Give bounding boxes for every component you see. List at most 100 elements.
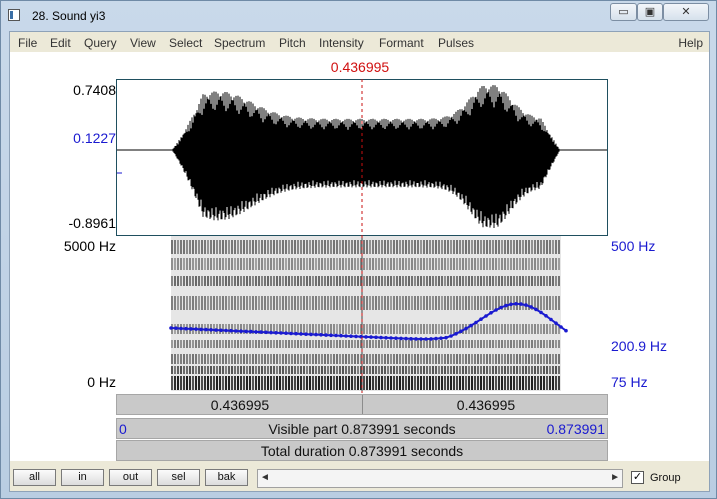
menu-query[interactable]: Query <box>84 36 117 50</box>
spectrogram-cell <box>267 240 269 254</box>
spectrogram-cell <box>306 258 308 270</box>
spectrogram-cell <box>351 376 353 390</box>
spectrogram-cell <box>297 296 299 310</box>
maximize-button[interactable]: ▣ <box>637 3 663 21</box>
spectrogram-cell <box>204 340 206 348</box>
spectrogram-cell <box>345 354 347 364</box>
menu-edit[interactable]: Edit <box>50 36 71 50</box>
spectrogram-cell <box>420 340 422 348</box>
spectrogram-cell <box>357 296 359 310</box>
minimize-button[interactable]: ▭ <box>610 3 637 21</box>
spectrogram-cell <box>315 366 317 374</box>
pitch-point <box>249 329 253 334</box>
spectrogram-cell <box>369 354 371 364</box>
zoom-all-button[interactable]: all <box>13 469 56 486</box>
menu-formant[interactable]: Formant <box>379 36 424 50</box>
spectrogram-cell <box>285 340 287 348</box>
spectrogram-cell <box>348 340 350 348</box>
menu-help[interactable]: Help <box>678 36 703 50</box>
menu-pulses[interactable]: Pulses <box>438 36 474 50</box>
spectrogram-cell <box>438 276 440 286</box>
spectrogram-cell <box>516 324 518 334</box>
spectrogram-cell <box>357 324 359 334</box>
spectrogram-cell <box>309 276 311 286</box>
spectrogram-cell <box>537 240 539 254</box>
spectrogram-cell <box>390 296 392 310</box>
menu-select[interactable]: Select <box>169 36 202 50</box>
spectrogram-cell <box>321 324 323 334</box>
spectrogram-cell <box>474 354 476 364</box>
zoom-in-button[interactable]: in <box>61 469 104 486</box>
spectrogram-cell <box>339 340 341 348</box>
spectrogram-cell <box>462 296 464 310</box>
spectrogram-cell <box>396 240 398 254</box>
spectrogram-cell <box>450 276 452 286</box>
spectrogram-cell <box>438 240 440 254</box>
spectrogram-cell <box>291 340 293 348</box>
close-button[interactable]: ✕ <box>663 3 709 21</box>
menu-file[interactable]: File <box>18 36 37 50</box>
zoom-out-button[interactable]: out <box>109 469 152 486</box>
menu-view[interactable]: View <box>130 36 156 50</box>
menu-intensity[interactable]: Intensity <box>319 36 364 50</box>
sound-editor-view[interactable]: 0.436995 0.7408 0.1227 -0.8961 5000 Hz 0… <box>10 52 709 461</box>
spectrogram-cell <box>477 296 479 310</box>
spectrogram-cell <box>231 366 233 374</box>
right-segment-time[interactable]: 0.436995 <box>363 397 609 413</box>
spectrogram-cell <box>333 296 335 310</box>
spectrogram-cell <box>324 366 326 374</box>
selection-time-row[interactable]: 0.436995 0.436995 <box>116 394 608 415</box>
spectrogram-cell <box>333 340 335 348</box>
spectrogram-cell <box>411 296 413 310</box>
total-duration-label: Total duration 0.873991 seconds <box>260 443 464 459</box>
menu-spectrum[interactable]: Spectrum <box>214 36 265 50</box>
spectrogram-cell <box>285 258 287 270</box>
spectrogram-cell <box>273 276 275 286</box>
left-segment-time[interactable]: 0.436995 <box>117 397 363 413</box>
spectrogram-cell <box>276 340 278 348</box>
spectrogram-cell <box>210 376 212 390</box>
spectrogram-cell <box>312 296 314 310</box>
spectrogram-cell <box>285 366 287 374</box>
spectrogram-cell <box>501 240 503 254</box>
spectrogram-cell <box>177 366 179 374</box>
spectrogram-cell <box>453 366 455 374</box>
scroll-left-arrow-icon[interactable]: ◄ <box>260 472 270 483</box>
spectrogram-cell <box>252 354 254 364</box>
visible-part-row[interactable]: Visible part 0.873991 seconds 0 0.873991 <box>116 418 608 439</box>
spectrogram-cell <box>189 366 191 374</box>
scroll-right-arrow-icon[interactable]: ► <box>610 472 620 483</box>
horizontal-scrollbar[interactable]: ◄ ► <box>257 469 623 488</box>
zoom-back-button[interactable]: bak <box>205 469 248 486</box>
spectrogram-cell <box>288 258 290 270</box>
group-checkbox[interactable]: ✓ <box>631 471 644 484</box>
spectrogram-cell <box>540 376 542 390</box>
waveform-panel[interactable] <box>116 79 608 236</box>
spectrogram-cell <box>189 376 191 390</box>
spectrogram-cell <box>306 296 308 310</box>
cursor-time-label: 0.436995 <box>330 59 390 75</box>
spectrogram-cell <box>204 354 206 364</box>
spectrogram-cell <box>489 340 491 348</box>
spectrogram-cell <box>327 240 329 254</box>
spectrogram-cell <box>384 366 386 374</box>
spectrogram-cell <box>417 324 419 334</box>
spectrogram-cell <box>333 258 335 270</box>
total-duration-row[interactable]: Total duration 0.873991 seconds <box>116 440 608 461</box>
pitch-point <box>254 330 258 334</box>
spectrogram-cell <box>309 354 311 364</box>
spectrogram-cell <box>357 240 359 254</box>
title-bar[interactable]: 28. Sound yi3 ▭ ▣ ✕ <box>1 1 717 31</box>
spectrogram-cell <box>405 258 407 270</box>
spectrogram-cell <box>333 240 335 254</box>
menu-pitch[interactable]: Pitch <box>279 36 306 50</box>
spectrogram-cell <box>393 324 395 334</box>
spectrogram-cell <box>489 366 491 374</box>
client-area: File Edit Query View Select Spectrum Pit… <box>9 31 710 492</box>
spectrogram-cell <box>549 258 551 270</box>
spectrogram-cell <box>510 340 512 348</box>
spectrogram-panel[interactable] <box>116 236 608 393</box>
zoom-selection-button[interactable]: sel <box>157 469 200 486</box>
spectrogram-cell <box>180 276 182 286</box>
spectrogram-cell <box>522 240 524 254</box>
